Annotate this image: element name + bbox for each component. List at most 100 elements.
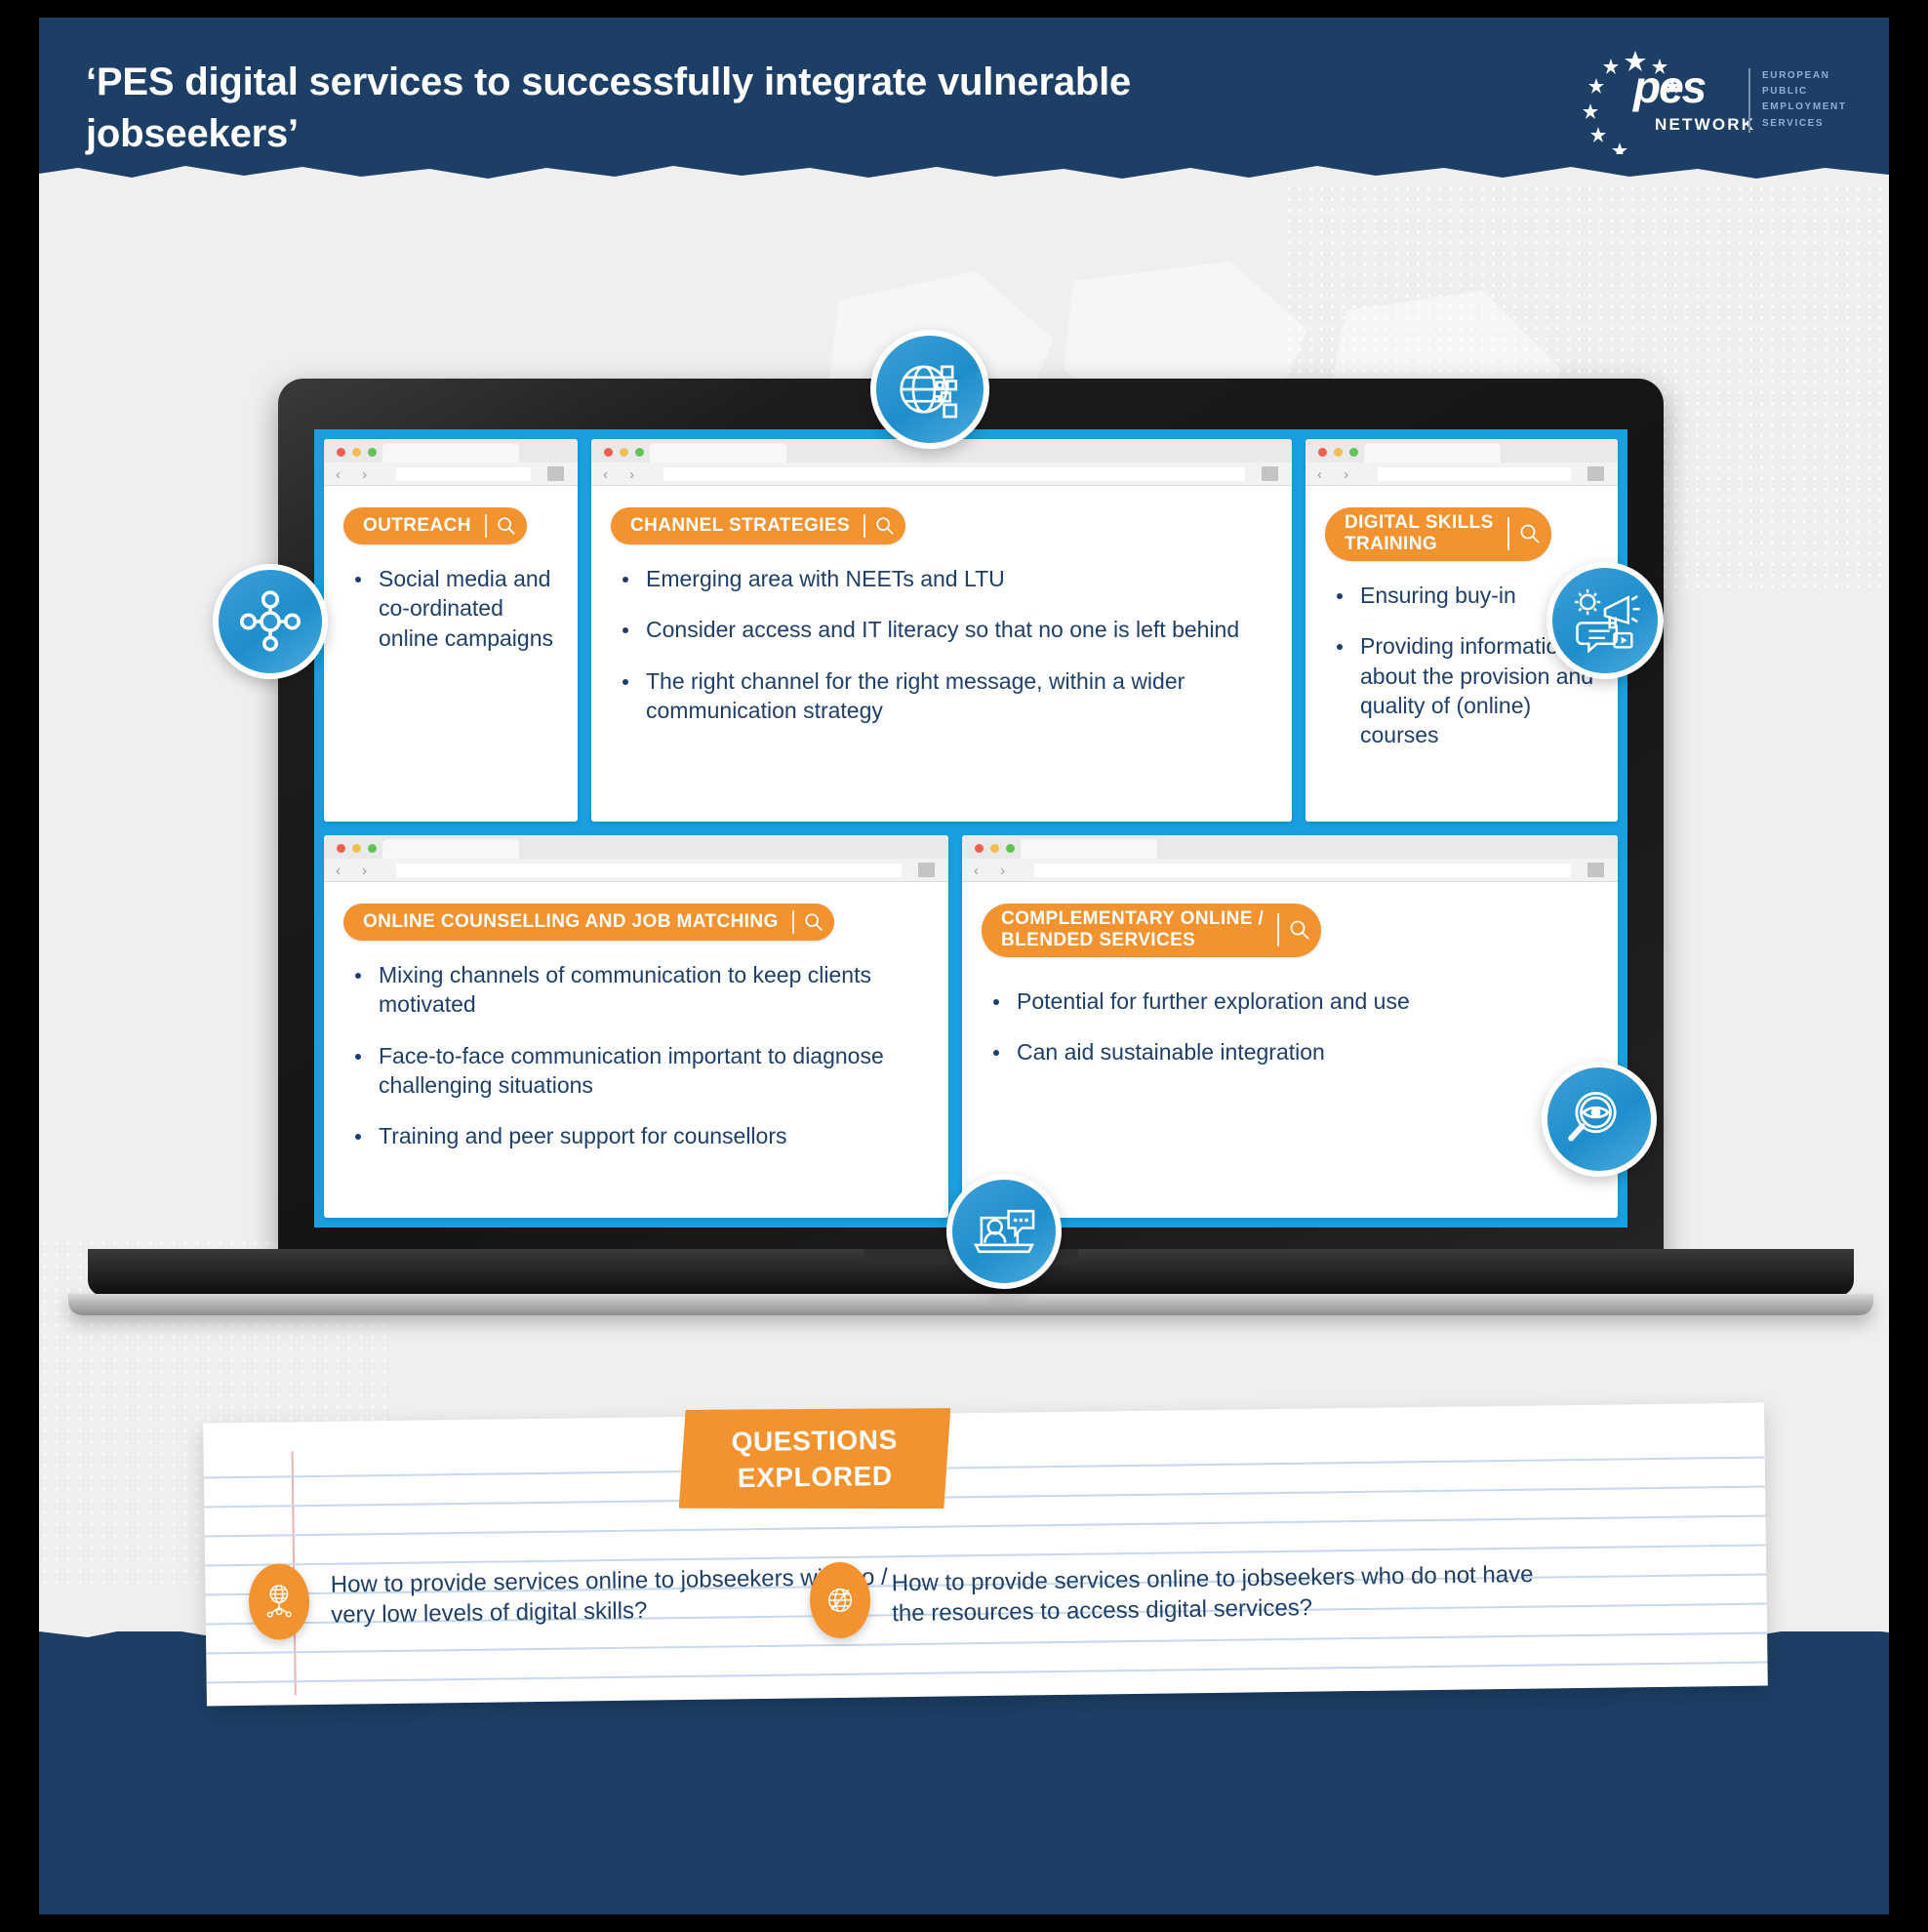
paper-rule (203, 1456, 1765, 1479)
menu-button-icon[interactable] (1587, 466, 1604, 481)
card-bullet-list: Social media and co-ordinated online cam… (343, 564, 558, 653)
maximize-dot-icon[interactable] (1349, 448, 1358, 457)
card-bullet-list: Potential for further exploration and us… (982, 986, 1598, 1067)
search-icon[interactable] (1288, 918, 1311, 942)
card-title-pill-complementary-services: COMPLEMENTARY ONLINE / BLENDED SERVICES (982, 904, 1322, 957)
poster-canvas: ‘PES digital services to successfully in… (39, 18, 1889, 1914)
minimize-dot-icon[interactable] (620, 448, 628, 457)
browser-chrome: ‹ › (324, 439, 578, 486)
browser-window-outreach[interactable]: ‹ › OUTREACH Social media and co-ordinat… (324, 439, 578, 822)
minimize-dot-icon[interactable] (990, 844, 999, 853)
search-icon[interactable] (874, 515, 896, 537)
maximize-dot-icon[interactable] (635, 448, 644, 457)
card-body: ONLINE COUNSELLING AND JOB MATCHING Mixi… (324, 882, 948, 1218)
browser-tab[interactable] (650, 443, 786, 464)
card-title-pill-outreach: OUTREACH (343, 507, 527, 544)
card-title: COMPLEMENTARY ONLINE / BLENDED SERVICES (1001, 908, 1265, 951)
browser-window-channel-strategies[interactable]: ‹ › CHANNEL STRATEGIES Emerging area wit… (591, 439, 1292, 822)
window-controls[interactable] (337, 844, 377, 853)
bullet-item: Can aid sustainable integration (982, 1037, 1598, 1067)
minimize-dot-icon[interactable] (1334, 448, 1343, 457)
bullet-item: Consider access and IT literacy so that … (611, 615, 1272, 644)
window-controls[interactable] (1318, 448, 1358, 457)
card-title-pill-digital-skills-training: DIGITAL SKILLS TRAINING (1325, 507, 1551, 561)
bullet-item: Training and peer support for counsellor… (343, 1121, 929, 1150)
address-bar[interactable] (396, 467, 531, 481)
browser-tab[interactable] (1021, 839, 1157, 861)
window-controls[interactable] (337, 448, 377, 457)
question-item-2: How to provide services online to jobsee… (809, 1552, 1561, 1639)
bullet-item: Face-to-face communication important to … (343, 1041, 929, 1101)
page-title: ‘PES digital services to successfully in… (86, 60, 1132, 156)
browser-chrome: ‹ › (1305, 439, 1618, 486)
laptop-screen: ‹ › OUTREACH Social media and co-ordinat… (314, 429, 1627, 1228)
address-bar[interactable] (1378, 467, 1571, 481)
bullet-item: The right channel for the right message,… (611, 666, 1272, 726)
globe-blocked-icon (809, 1561, 871, 1639)
browser-tab[interactable] (382, 443, 519, 464)
browser-tab[interactable] (382, 839, 519, 861)
menu-button-icon[interactable] (1587, 863, 1604, 877)
pill-divider (484, 514, 487, 538)
bullet-item: Emerging area with NEETs and LTU (611, 564, 1272, 593)
back-forward-icon[interactable]: ‹ › (336, 466, 376, 483)
minimize-dot-icon[interactable] (352, 844, 361, 853)
address-bar[interactable] (663, 467, 1245, 481)
magnifier-eye-icon (1542, 1062, 1657, 1177)
search-icon[interactable] (803, 911, 824, 933)
logo-subtitle: EUROPEAN PUBLIC EMPLOYMENT SERVICES (1762, 70, 1847, 129)
header-torn-edge (39, 166, 1889, 185)
close-dot-icon[interactable] (337, 448, 345, 457)
card-title-pill-online-counselling: ONLINE COUNSELLING AND JOB MATCHING (343, 904, 834, 941)
back-forward-icon[interactable]: ‹ › (603, 466, 643, 483)
card-title: ONLINE COUNSELLING AND JOB MATCHING (363, 910, 779, 932)
card-title: DIGITAL SKILLS TRAINING (1345, 512, 1494, 555)
questions-explored-tape: QUESTIONS EXPLORED (677, 1406, 951, 1512)
close-dot-icon[interactable] (1318, 448, 1327, 457)
back-forward-icon[interactable]: ‹ › (974, 863, 1014, 879)
search-icon[interactable] (496, 515, 517, 537)
pill-divider (1277, 913, 1280, 947)
maximize-dot-icon[interactable] (368, 448, 377, 457)
menu-button-icon[interactable] (547, 466, 564, 481)
network-nodes-icon (213, 564, 328, 679)
window-controls[interactable] (975, 844, 1015, 853)
pill-divider (1506, 517, 1509, 551)
pes-network-logo: pes NETWORK EUROPEAN PUBLIC EMPLOYMENT S… (1577, 49, 1845, 154)
laptop-foot (68, 1294, 1873, 1315)
close-dot-icon[interactable] (604, 448, 613, 457)
address-bar[interactable] (396, 864, 902, 877)
address-bar[interactable] (1034, 864, 1571, 877)
browser-chrome: ‹ › (962, 835, 1618, 882)
maximize-dot-icon[interactable] (1006, 844, 1015, 853)
video-counselling-icon (946, 1174, 1062, 1289)
bullet-item: Mixing channels of communication to keep… (343, 960, 929, 1020)
globe-network-icon (248, 1563, 310, 1640)
close-dot-icon[interactable] (337, 844, 345, 853)
page-header: ‘PES digital services to successfully in… (39, 18, 1889, 185)
paper-rule (206, 1661, 1768, 1684)
card-bullet-list: Mixing channels of communication to keep… (343, 960, 929, 1151)
window-controls[interactable] (604, 448, 644, 457)
menu-button-icon[interactable] (1262, 466, 1278, 481)
pill-divider (791, 910, 794, 934)
search-icon[interactable] (1518, 522, 1542, 545)
card-body: CHANNEL STRATEGIES Emerging area with NE… (591, 486, 1292, 822)
back-forward-icon[interactable]: ‹ › (336, 863, 376, 879)
logo-network-text: NETWORK (1655, 115, 1756, 134)
minimize-dot-icon[interactable] (352, 448, 361, 457)
browser-window-online-counselling[interactable]: ‹ › ONLINE COUNSELLING AND JOB MATCHING (324, 835, 948, 1218)
back-forward-icon[interactable]: ‹ › (1317, 466, 1357, 483)
menu-button-icon[interactable] (918, 863, 935, 877)
browser-window-complementary-services[interactable]: ‹ › COMPLEMENTARY ONLINE / BLENDED SERVI… (962, 835, 1618, 1218)
card-row-top: ‹ › OUTREACH Social media and co-ordinat… (324, 439, 1618, 822)
bullet-item: Social media and co-ordinated online cam… (343, 564, 558, 653)
browser-tab[interactable] (1364, 443, 1501, 464)
paper-rule (204, 1485, 1766, 1509)
browser-chrome: ‹ › (324, 835, 948, 882)
maximize-dot-icon[interactable] (368, 844, 377, 853)
browser-card-grid: ‹ › OUTREACH Social media and co-ordinat… (314, 429, 1627, 1228)
close-dot-icon[interactable] (975, 844, 984, 853)
bullet-item: Potential for further exploration and us… (982, 986, 1598, 1016)
card-title: OUTREACH (363, 514, 471, 536)
